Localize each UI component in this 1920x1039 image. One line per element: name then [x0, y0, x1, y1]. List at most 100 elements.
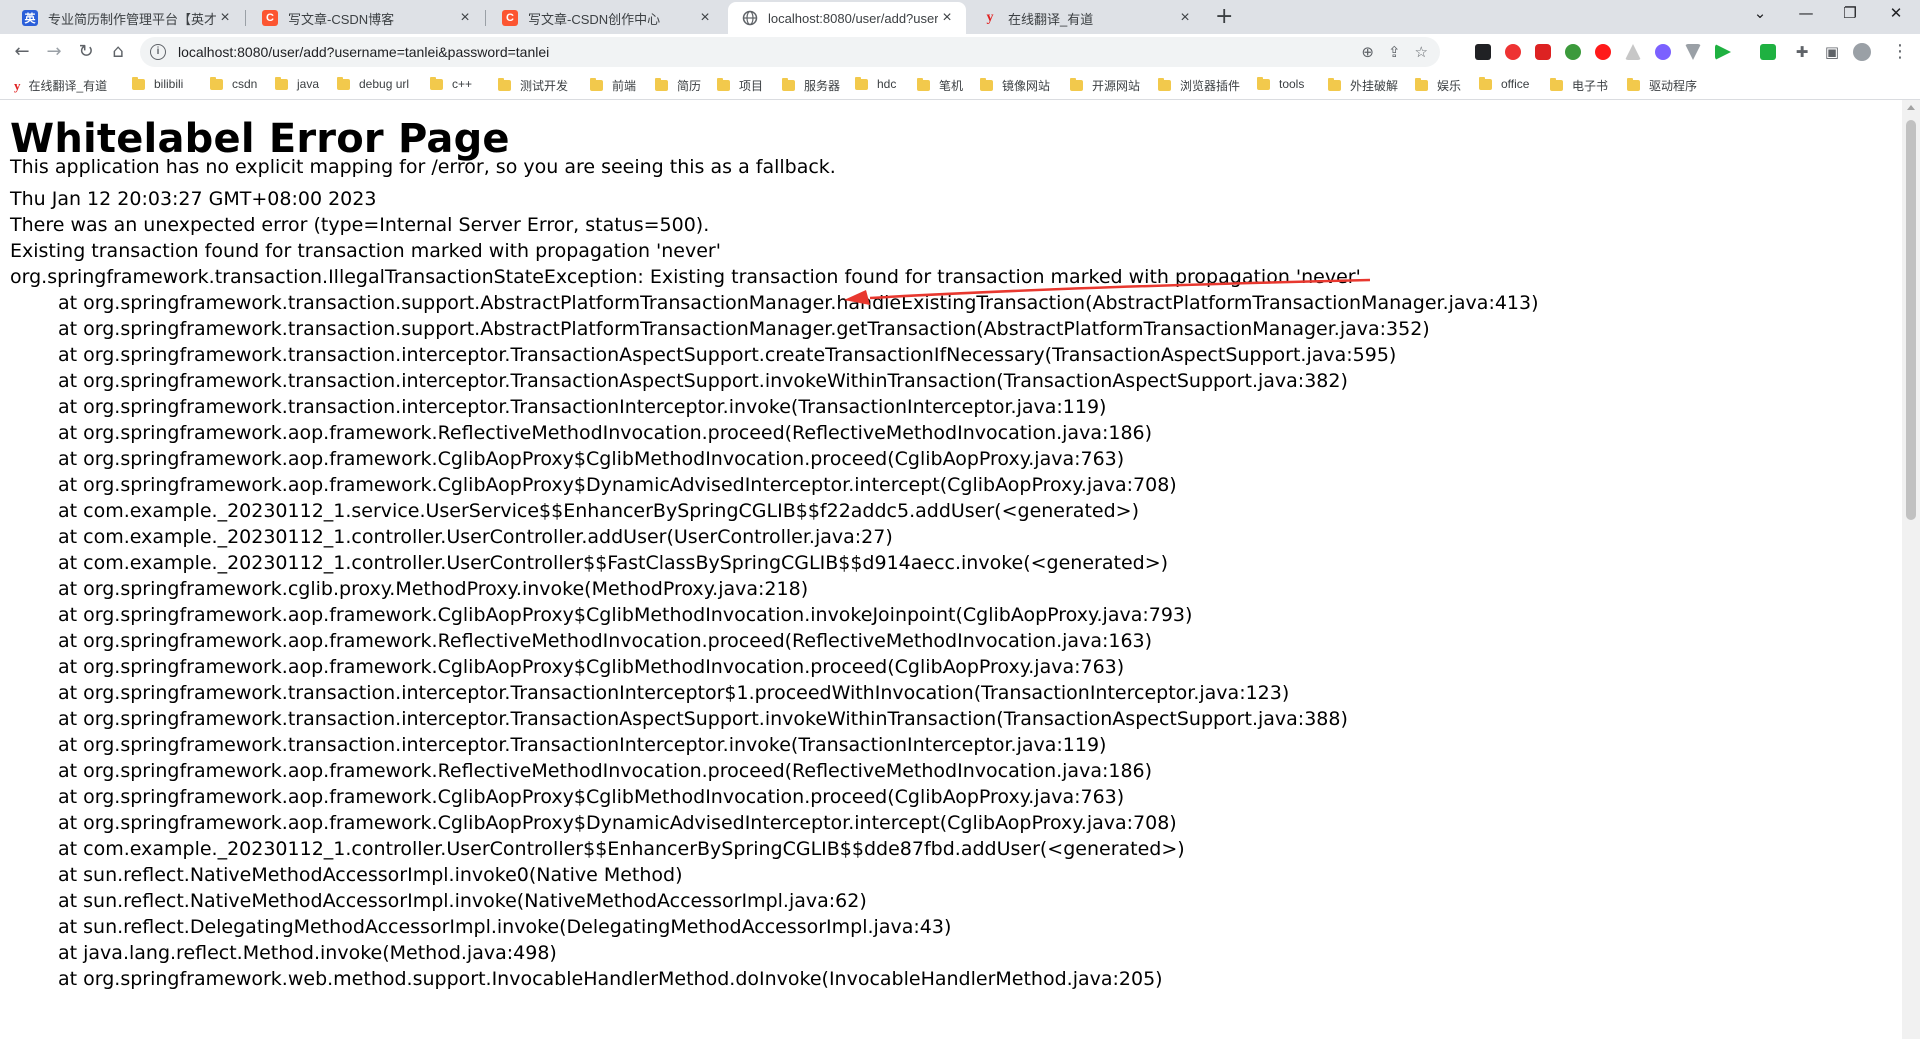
bookmark-item[interactable]: 浏览器插件	[1158, 77, 1240, 94]
scroll-up-icon[interactable]	[1907, 105, 1915, 110]
close-icon[interactable]: ×	[456, 9, 474, 27]
scroll-thumb[interactable]	[1906, 120, 1916, 520]
tab-divider	[485, 10, 486, 26]
close-icon[interactable]: ×	[938, 9, 956, 27]
puzzle-icon[interactable]: ✚	[1790, 40, 1814, 64]
close-icon[interactable]: ×	[216, 9, 234, 27]
bookmark-item[interactable]: bilibili	[132, 76, 183, 91]
tab-localhost[interactable]: localhost:8080/user/add?username=tanlei&…	[728, 2, 966, 34]
side-panel-icon[interactable]: ▣	[1820, 40, 1844, 64]
bookmark-star-icon[interactable]: ☆	[1415, 43, 1428, 61]
bookmark-item[interactable]: 服务器	[782, 77, 840, 94]
vertical-scrollbar[interactable]	[1902, 100, 1920, 1039]
error-timestamp: Thu Jan 12 20:03:27 GMT+08:00 2023	[10, 188, 377, 210]
extension-icon[interactable]	[1760, 44, 1776, 60]
minimize-icon[interactable]: —	[1786, 4, 1826, 22]
extension-icon[interactable]	[1625, 44, 1641, 60]
bookmark-item[interactable]: 娱乐	[1415, 77, 1461, 94]
stack-frame: at org.springframework.aop.framework.Cgl…	[58, 656, 1125, 678]
tab-title: 写文章-CSDN博客	[288, 11, 395, 27]
tab-divider	[245, 10, 246, 26]
window-close-icon[interactable]: ✕	[1876, 4, 1916, 22]
avatar[interactable]	[1853, 43, 1871, 61]
bookmark-item[interactable]: 开源网站	[1070, 77, 1140, 94]
bookmark-label: office	[1501, 77, 1530, 91]
bookmark-label: 开源网站	[1092, 79, 1141, 93]
bookmark-label: hdc	[877, 77, 897, 91]
folder-icon	[590, 78, 603, 91]
stack-frame: at org.springframework.transaction.inter…	[58, 734, 1107, 756]
extension-icon[interactable]	[1505, 44, 1521, 60]
stack-frame: at org.springframework.transaction.inter…	[58, 708, 1348, 730]
bookmark-item[interactable]: 笔机	[917, 77, 963, 94]
close-icon[interactable]: ×	[696, 9, 714, 27]
extension-icon[interactable]	[1715, 44, 1731, 60]
bookmark-item[interactable]: tools	[1257, 76, 1305, 91]
bookmark-item[interactable]: office	[1479, 76, 1530, 91]
fallback-message: This application has no explicit mapping…	[10, 156, 836, 178]
bookmark-item[interactable]: 外挂破解	[1328, 77, 1398, 94]
bookmark-label: c++	[452, 77, 473, 91]
address-bar[interactable]: i localhost:8080/user/add?username=tanle…	[140, 37, 1440, 67]
extension-icon[interactable]	[1595, 44, 1611, 60]
reload-icon[interactable]: ↻	[74, 40, 98, 64]
extension-icon[interactable]	[1685, 44, 1701, 60]
bookmark-label: 服务器	[804, 79, 841, 93]
forward-icon[interactable]: →	[42, 40, 66, 64]
url-text[interactable]: localhost:8080/user/add?username=tanlei&…	[178, 44, 549, 60]
stack-frame: at org.springframework.aop.framework.Cgl…	[58, 604, 1193, 626]
bookmark-item[interactable]: 项目	[717, 77, 763, 94]
bookmark-label: tools	[1279, 77, 1305, 91]
tab-title: 专业简历制作管理平台【英才简历】	[48, 11, 216, 27]
bookmark-item[interactable]: 前端	[590, 77, 636, 94]
zoom-icon[interactable]: ⊕	[1361, 43, 1374, 61]
error-type: There was an unexpected error (type=Inte…	[10, 214, 710, 236]
stack-frame: at org.springframework.web.method.suppor…	[58, 968, 1163, 990]
extension-icon[interactable]	[1565, 44, 1581, 60]
folder-icon	[917, 78, 930, 91]
tab-csdn-blog[interactable]: C 写文章-CSDN博客 ×	[248, 2, 484, 34]
bookmark-label: debug url	[359, 77, 410, 91]
share-icon[interactable]: ⇪	[1388, 43, 1401, 61]
extension-icon[interactable]	[1655, 44, 1671, 60]
extension-icon[interactable]	[1475, 44, 1491, 60]
bookmark-item[interactable]: y 在线翻译_有道	[14, 77, 107, 94]
bookmark-label: 镜像网站	[1002, 79, 1051, 93]
folder-icon	[1328, 78, 1341, 91]
menu-icon[interactable]: ⋮	[1888, 40, 1912, 64]
bookmark-item[interactable]: 简历	[655, 77, 701, 94]
bookmark-item[interactable]: 电子书	[1550, 77, 1608, 94]
bookmark-label: 简历	[677, 79, 702, 93]
close-icon[interactable]: ×	[1176, 9, 1194, 27]
bookmark-item[interactable]: 驱动程序	[1627, 77, 1697, 94]
tab-resume[interactable]: 英 专业简历制作管理平台【英才简历】 ×	[8, 2, 244, 34]
bookmark-label: 娱乐	[1437, 79, 1462, 93]
bookmark-item[interactable]: hdc	[855, 76, 897, 91]
tab-youdao[interactable]: y 在线翻译_有道 ×	[968, 2, 1204, 34]
restore-icon[interactable]: ❐	[1830, 4, 1870, 22]
bookmark-item[interactable]: 镜像网站	[980, 77, 1050, 94]
home-icon[interactable]: ⌂	[106, 40, 130, 64]
bookmark-item[interactable]: debug url	[337, 76, 410, 91]
bookmark-label: 前端	[612, 79, 637, 93]
new-tab-button[interactable]: +	[1215, 4, 1233, 29]
tab-title: localhost:8080/user/add?username=tanlei&…	[768, 10, 938, 26]
back-icon[interactable]: ←	[10, 40, 34, 64]
tab-strip: 英 专业简历制作管理平台【英才简历】 × C 写文章-CSDN博客 × C 写文…	[0, 0, 1920, 34]
extension-icon[interactable]	[1535, 44, 1551, 60]
folder-icon	[1627, 78, 1640, 91]
bookmark-label: 测试开发	[520, 79, 569, 93]
csdn-favicon-icon: C	[262, 10, 278, 26]
stack-frame: at org.springframework.aop.framework.Ref…	[58, 422, 1153, 444]
stack-frame: at org.springframework.transaction.inter…	[58, 682, 1290, 704]
bookmark-item[interactable]: c++	[430, 76, 473, 91]
tab-search-icon[interactable]: ⌄	[1740, 4, 1780, 22]
bookmark-item[interactable]: java	[275, 76, 319, 91]
folder-icon	[1257, 76, 1270, 90]
bookmark-item[interactable]: 测试开发	[498, 77, 568, 94]
folder-icon	[782, 78, 795, 91]
info-icon[interactable]: i	[150, 44, 166, 60]
folder-icon	[655, 78, 668, 91]
bookmark-item[interactable]: csdn	[210, 76, 257, 91]
tab-csdn-creator[interactable]: C 写文章-CSDN创作中心 ×	[488, 2, 724, 34]
